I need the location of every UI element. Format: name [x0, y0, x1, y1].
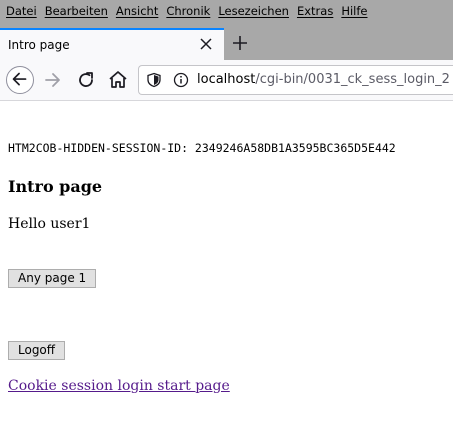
menu-item-lesezeichen[interactable]: Lesezeichen	[214, 0, 293, 22]
plus-icon[interactable]	[231, 34, 249, 52]
any-page-1-button[interactable]: Any page 1	[8, 269, 97, 288]
url-host: localhost	[197, 72, 256, 87]
home-icon[interactable]	[106, 68, 130, 92]
back-button[interactable]	[6, 66, 34, 94]
info-icon[interactable]	[173, 72, 189, 88]
menu-bar: Datei Bearbeiten Ansicht Chronik Lesezei…	[0, 0, 453, 22]
tab-title: Intro page	[8, 38, 70, 52]
navigation-toolbar: localhost/cgi-bin/0031_ck_sess_login_2	[0, 60, 453, 101]
session-id-line: HTM2COB-HIDDEN-SESSION-ID: 2349246A58DB1…	[8, 141, 396, 155]
cookie-session-login-start-link[interactable]: Cookie session login start page	[8, 378, 230, 394]
menu-item-datei[interactable]: Datei	[0, 0, 41, 22]
url-text: localhost/cgi-bin/0031_ck_sess_login_2	[197, 72, 450, 87]
reload-icon[interactable]	[74, 68, 98, 92]
close-icon[interactable]	[198, 36, 214, 52]
url-path: /cgi-bin/0031_ck_sess_login_2	[255, 72, 450, 87]
menu-item-hilfe[interactable]: Hilfe	[337, 0, 371, 22]
tab-strip: Intro page	[0, 22, 453, 60]
menu-item-bearbeiten[interactable]: Bearbeiten	[41, 0, 112, 22]
menu-item-ansicht[interactable]: Ansicht	[112, 0, 162, 22]
back-arrow-icon	[12, 72, 27, 86]
url-bar[interactable]: localhost/cgi-bin/0031_ck_sess_login_2	[138, 65, 453, 95]
menu-item-extras[interactable]: Extras	[293, 0, 337, 22]
tab-intro-page[interactable]: Intro page	[0, 28, 224, 60]
greeting-text: Hello user1	[8, 216, 91, 232]
logoff-button[interactable]: Logoff	[8, 341, 66, 360]
menu-item-chronik[interactable]: Chronik	[162, 0, 214, 22]
shield-icon[interactable]	[146, 72, 162, 88]
forward-arrow-icon[interactable]	[41, 68, 65, 92]
page-title: Intro page	[8, 177, 103, 196]
